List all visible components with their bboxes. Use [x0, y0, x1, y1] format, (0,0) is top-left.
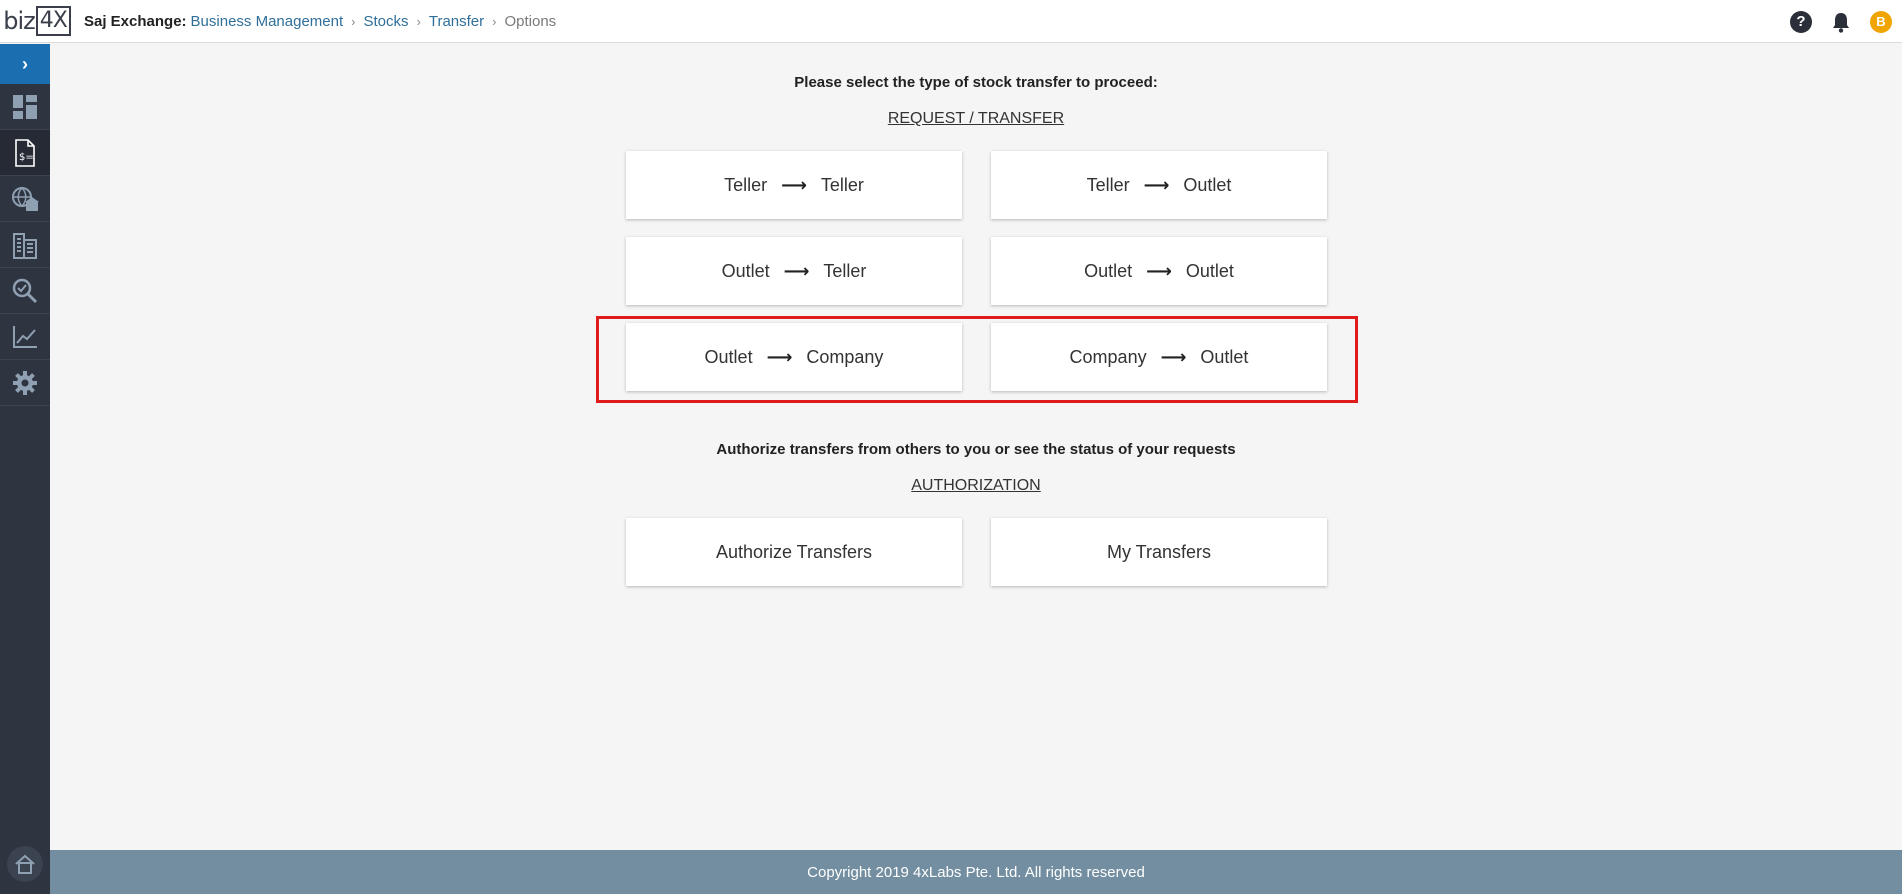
outlet-to-outlet-button[interactable]: Outlet ⟶ Outlet [991, 237, 1327, 305]
from-label: Teller [724, 174, 768, 195]
to-label: Outlet [1185, 260, 1234, 281]
chart-line-icon [13, 325, 37, 348]
highlight-box [596, 316, 1358, 403]
sidebar-item-dashboard[interactable] [0, 84, 50, 130]
breadcrumb-stocks[interactable]: Stocks [363, 13, 408, 30]
sidebar-item-globe-bank[interactable] [0, 176, 50, 222]
breadcrumb-transfer[interactable]: Transfer [429, 13, 484, 30]
breadcrumb-business-management[interactable]: Business Management [191, 13, 344, 30]
logo-text: biz [3, 7, 35, 35]
sidebar-item-settings[interactable] [0, 360, 50, 406]
sidebar-toggle-chevron-right-icon[interactable]: › [0, 44, 50, 84]
arrow-right-icon: ⟶ [783, 260, 810, 281]
teller-to-outlet-button[interactable]: Teller ⟶ Outlet [991, 151, 1327, 219]
avatar[interactable]: B [1870, 10, 1892, 33]
breadcrumb-separator: › [416, 13, 421, 29]
main-content: Please select the type of stock transfer… [50, 44, 1902, 850]
dashboard-icon [13, 94, 37, 119]
to-label: Teller [820, 174, 864, 195]
arrow-right-icon: ⟶ [1143, 174, 1170, 195]
home-icon [15, 854, 35, 874]
my-transfers-button[interactable]: My Transfers [991, 518, 1327, 586]
search-check-icon [12, 278, 38, 303]
building-icon [13, 232, 37, 259]
top-header: biz 4X Saj Exchange: Business Management … [0, 0, 1902, 43]
bell-icon[interactable] [1830, 11, 1852, 33]
breadcrumb: Saj Exchange: Business Management › Stoc… [84, 13, 556, 30]
from-label: Outlet [721, 260, 770, 281]
teller-to-teller-button[interactable]: Teller ⟶ Teller [626, 151, 962, 219]
arrow-right-icon: ⟶ [781, 174, 807, 195]
breadcrumb-separator: › [492, 13, 497, 29]
help-icon[interactable]: ? [1790, 10, 1812, 33]
to-label: Outlet [1183, 174, 1232, 195]
header-actions: ? B [1790, 0, 1902, 43]
sidebar-item-chart[interactable] [0, 314, 50, 360]
sidebar-item-search-check[interactable] [0, 268, 50, 314]
footer: Copyright 2019 4xLabs Pte. Ltd. All righ… [50, 850, 1902, 894]
authorization-heading[interactable]: AUTHORIZATION [50, 477, 1902, 495]
sidebar: › $= [0, 44, 50, 894]
copyright-text: Copyright 2019 4xLabs Pte. Ltd. All righ… [807, 863, 1145, 881]
breadcrumb-options: Options [504, 12, 557, 30]
arrow-right-icon: ⟶ [1146, 260, 1172, 281]
from-label: Outlet [1084, 260, 1133, 281]
to-label: Teller [823, 260, 867, 281]
sidebar-home-button[interactable] [7, 846, 43, 882]
sidebar-item-documents[interactable]: $= [0, 130, 50, 176]
document-dollar-icon: $= [15, 138, 35, 167]
authorize-transfers-button[interactable]: Authorize Transfers [626, 518, 962, 586]
breadcrumb-separator: › [351, 13, 356, 29]
outlet-to-teller-button[interactable]: Outlet ⟶ Teller [626, 237, 962, 305]
request-transfer-heading[interactable]: REQUEST / TRANSFER [50, 110, 1902, 128]
from-label: Teller [1086, 174, 1130, 195]
org-name: Saj Exchange: [84, 12, 187, 30]
sidebar-item-building[interactable] [0, 222, 50, 268]
gear-icon [13, 370, 37, 395]
globe-bank-icon [12, 186, 39, 211]
authorization-prompt: Authorize transfers from others to you o… [716, 441, 1236, 458]
request-prompt: Please select the type of stock transfer… [794, 74, 1158, 91]
biz4x-logo[interactable]: biz 4X [0, 0, 74, 43]
svg-text:$=: $= [19, 152, 34, 163]
logo-box-text: 4X [35, 6, 71, 36]
